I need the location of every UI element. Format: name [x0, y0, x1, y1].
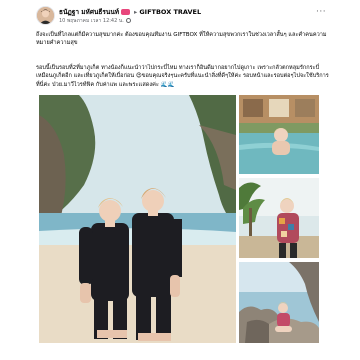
photo-grid [39, 95, 319, 343]
photo-couple-beach[interactable] [39, 95, 236, 343]
facebook-post: ธนัฏฐา มหัศนธีรนนท์ ▸ GIFTBOX TRAVEL 10 พฤ… [0, 0, 360, 360]
photo-person-palms[interactable] [239, 178, 319, 258]
arrow-icon: ▸ [134, 8, 138, 16]
post-timestamp[interactable]: 10 พฤษภาคม เวลา 12:42 น. [59, 18, 124, 24]
more-options-button[interactable]: ··· [316, 7, 326, 17]
globe-icon [125, 18, 131, 23]
caption-paragraph-2: รอบนี้เป็นรอบที่2ที่มาภูเก็ต ทางน้องก็แน… [36, 65, 329, 88]
author-avatar[interactable] [36, 6, 55, 25]
post-header: ธนัฏฐา มหัศนธีรนนท์ ▸ GIFTBOX TRAVEL [59, 7, 201, 17]
post-meta: 10 พฤษภาคม เวลา 12:42 น. [59, 17, 131, 25]
photo-rocky-beach[interactable] [239, 262, 319, 343]
photo-pool-villa[interactable] [239, 95, 319, 174]
caption-paragraph-1: ถึงจะเป็นที่ไกลแต่ก็มีความสุขมากค่ะ ต้อง… [36, 32, 327, 47]
page-name[interactable]: GIFTBOX TRAVEL [139, 8, 201, 16]
heart-badge-icon [121, 9, 131, 15]
author-name[interactable]: ธนัฏฐา มหัศนธีรนนท์ [59, 8, 119, 16]
